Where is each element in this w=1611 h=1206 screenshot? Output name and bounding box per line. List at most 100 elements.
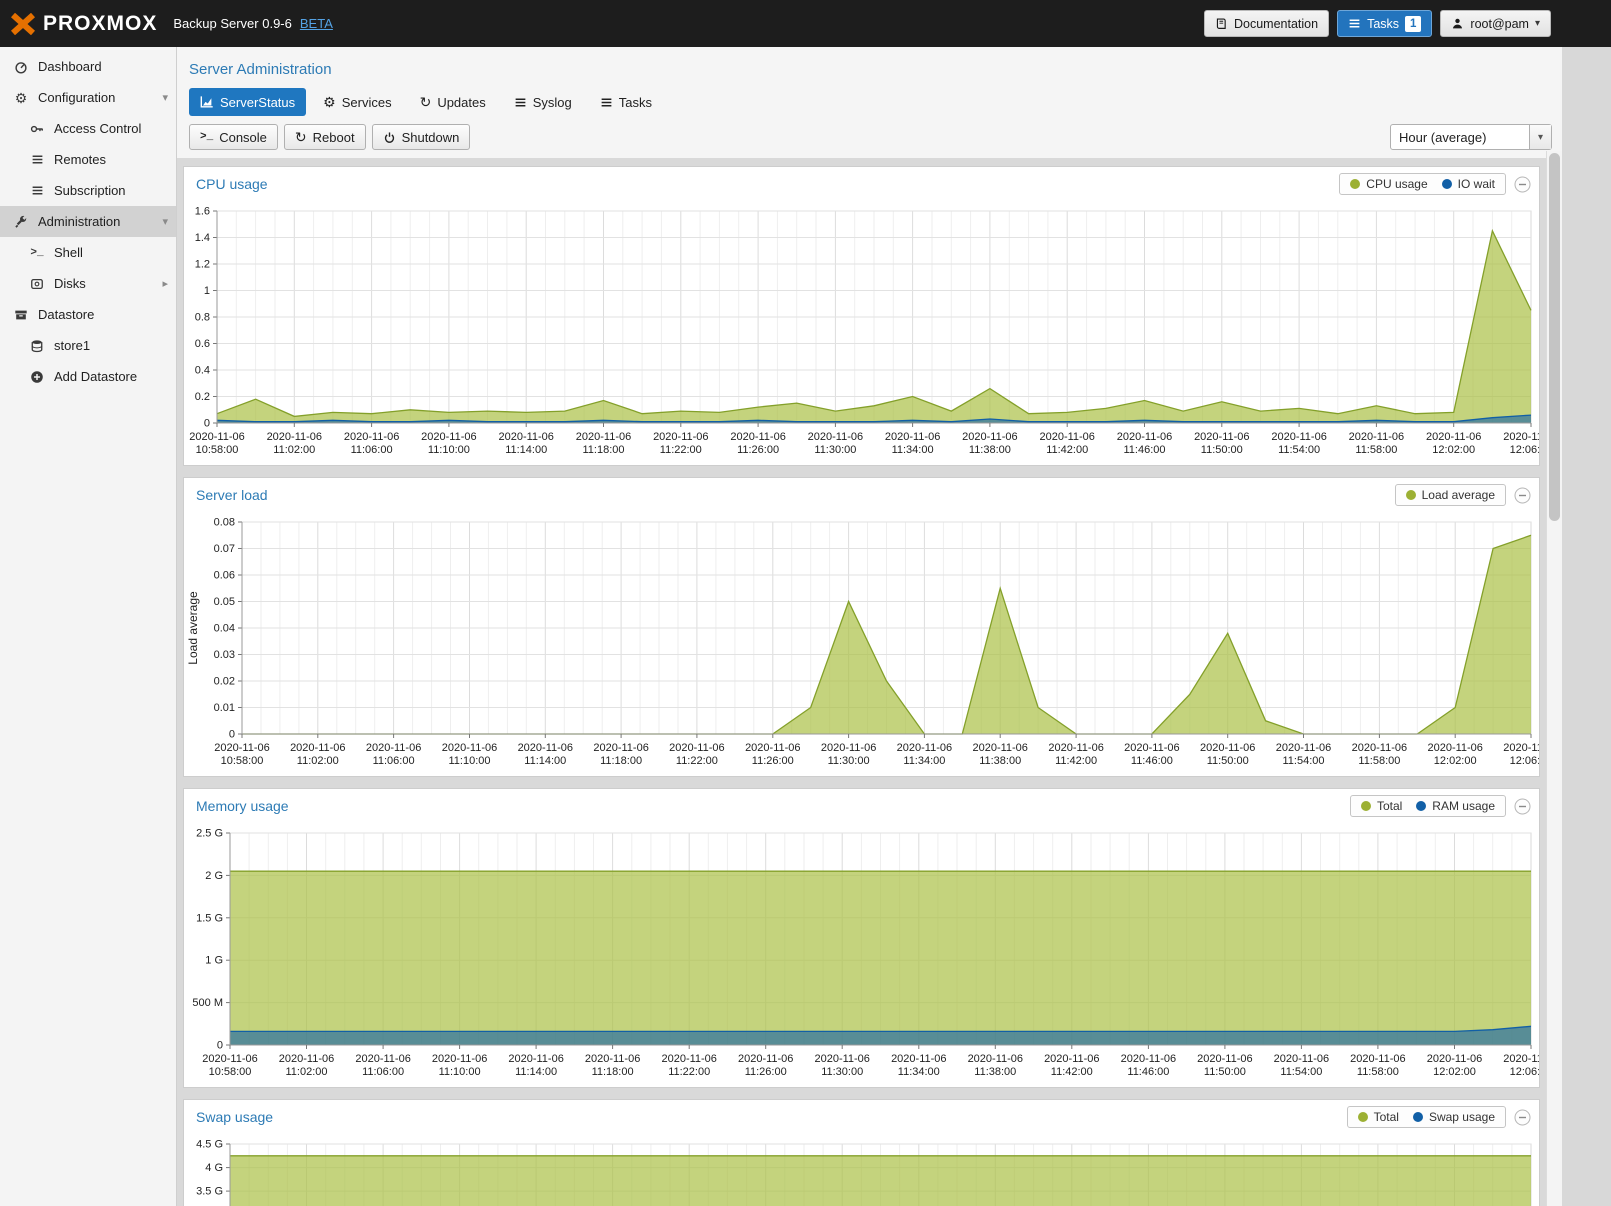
sidebar-item-label: Disks xyxy=(54,276,86,291)
vertical-scrollbar[interactable] xyxy=(1546,151,1562,1206)
svg-text:0.05: 0.05 xyxy=(214,596,235,608)
tab-label: Services xyxy=(342,95,392,110)
tab-updates[interactable]: ↻Updates xyxy=(409,88,497,116)
svg-text:2020-11-06: 2020-11-06 xyxy=(1427,742,1482,754)
tab-label: Syslog xyxy=(533,95,572,110)
chart-body: 00.010.020.030.040.050.060.070.082020-11… xyxy=(184,512,1539,776)
legend-label: Total xyxy=(1377,799,1402,813)
svg-text:2020-11-06: 2020-11-06 xyxy=(972,742,1027,754)
svg-text:2020-11-06: 2020-11-06 xyxy=(1427,1053,1482,1065)
sidebar-item-label: Access Control xyxy=(54,121,141,136)
power-icon xyxy=(383,131,396,144)
disk-icon xyxy=(28,277,46,291)
collapse-panel-button[interactable] xyxy=(1514,176,1531,193)
tab-label: ServerStatus xyxy=(220,95,295,110)
svg-text:11:26:00: 11:26:00 xyxy=(745,1066,787,1078)
svg-text:1.6: 1.6 xyxy=(195,206,210,218)
tab-services[interactable]: ⚙ Services xyxy=(312,88,402,116)
caret-down-icon: ▾ xyxy=(162,215,168,228)
tab-syslog[interactable]: Syslog xyxy=(503,88,583,116)
svg-text:2020-11-06: 2020-11-06 xyxy=(576,431,631,443)
svg-text:10:58:00: 10:58:00 xyxy=(221,755,264,767)
svg-text:2020-11-06: 2020-11-06 xyxy=(1349,431,1404,443)
sidebar-item-dashboard[interactable]: Dashboard xyxy=(0,51,176,82)
svg-text:11:14:00: 11:14:00 xyxy=(524,755,566,767)
svg-text:11:06:00: 11:06:00 xyxy=(362,1066,404,1078)
button-label: Console xyxy=(219,130,267,145)
svg-text:2 G: 2 G xyxy=(205,870,223,882)
legend-label: Total xyxy=(1374,1110,1399,1124)
beta-link[interactable]: BETA xyxy=(300,16,333,31)
tab-serverstatus[interactable]: ServerStatus xyxy=(189,88,306,116)
svg-text:2020-11-06: 2020-11-06 xyxy=(1044,1053,1099,1065)
panel-title: Server load xyxy=(196,487,268,503)
svg-text:11:02:00: 11:02:00 xyxy=(273,444,315,456)
sidebar-item-add-datastore[interactable]: Add Datastore xyxy=(0,361,176,392)
chevron-down-icon: ▾ xyxy=(1529,125,1551,149)
page-title: Server Administration xyxy=(189,61,1552,78)
collapse-panel-button[interactable] xyxy=(1514,798,1531,815)
sidebar-item-datastore[interactable]: Datastore xyxy=(0,299,176,330)
svg-text:11:46:00: 11:46:00 xyxy=(1127,1066,1169,1078)
scrollbar-thumb[interactable] xyxy=(1549,153,1560,521)
svg-text:12:06:00: 12:06:00 xyxy=(1510,755,1539,767)
svg-text:11:58:00: 11:58:00 xyxy=(1357,1066,1399,1078)
console-button[interactable]: >_Console xyxy=(189,124,278,150)
legend-label: IO wait xyxy=(1458,177,1495,191)
svg-text:11:22:00: 11:22:00 xyxy=(676,755,718,767)
legend-dot-icon xyxy=(1361,801,1371,811)
svg-text:11:02:00: 11:02:00 xyxy=(285,1066,327,1078)
chart-panel-swap-usage: Swap usageTotalSwap usage0500 M1 G1.5 G2… xyxy=(183,1099,1540,1206)
sidebar-item-disks[interactable]: Disks▸ xyxy=(0,268,176,299)
svg-text:11:34:00: 11:34:00 xyxy=(903,755,945,767)
legend-dot-icon xyxy=(1442,179,1452,189)
reboot-button[interactable]: ↻Reboot xyxy=(284,124,366,150)
shutdown-button[interactable]: Shutdown xyxy=(372,124,471,150)
svg-text:2020-11-06: 2020-11-06 xyxy=(1352,742,1407,754)
plus-circle-icon xyxy=(28,370,46,384)
svg-text:10:58:00: 10:58:00 xyxy=(196,444,239,456)
svg-text:1.2: 1.2 xyxy=(195,259,210,271)
chart-body: 00.20.40.60.811.21.41.62020-11-0610:58:0… xyxy=(184,201,1539,465)
legend-label: RAM usage xyxy=(1432,799,1495,813)
tab-label: Updates xyxy=(437,95,485,110)
sidebar-item-store1[interactable]: store1 xyxy=(0,330,176,361)
svg-text:12:02:00: 12:02:00 xyxy=(1432,444,1475,456)
range-selector[interactable]: Hour (average) ▾ xyxy=(1390,124,1552,150)
legend-dot-icon xyxy=(1416,801,1426,811)
sidebar-item-configuration[interactable]: ⚙Configuration▾ xyxy=(0,82,176,113)
svg-text:11:38:00: 11:38:00 xyxy=(969,444,1011,456)
svg-text:2020-11-06: 2020-11-06 xyxy=(1039,431,1094,443)
gears-icon: ⚙ xyxy=(323,95,336,109)
panel-header: Swap usageTotalSwap usage xyxy=(184,1100,1539,1134)
sidebar-item-administration[interactable]: Administration▾ xyxy=(0,206,176,237)
collapse-panel-button[interactable] xyxy=(1514,1109,1531,1126)
svg-text:11:06:00: 11:06:00 xyxy=(373,755,415,767)
sidebar-item-label: Subscription xyxy=(54,183,126,198)
svg-text:0.02: 0.02 xyxy=(214,676,235,688)
documentation-button[interactable]: Documentation xyxy=(1204,10,1329,37)
sidebar-item-label: Add Datastore xyxy=(54,369,137,384)
tasks-label: Tasks xyxy=(1367,17,1399,31)
sidebar-item-access-control[interactable]: Access Control xyxy=(0,113,176,144)
chart-legend: Total RAM usage xyxy=(1350,795,1506,817)
gauge-icon xyxy=(12,60,30,74)
svg-text:2020-11-06: 2020-11-06 xyxy=(1503,431,1539,443)
tab-tasks[interactable]: Tasks xyxy=(589,88,663,116)
collapse-panel-button[interactable] xyxy=(1514,487,1531,504)
svg-text:2020-11-06: 2020-11-06 xyxy=(653,431,708,443)
svg-text:11:50:00: 11:50:00 xyxy=(1201,444,1243,456)
svg-text:11:38:00: 11:38:00 xyxy=(979,755,1021,767)
panel-header: Memory usageTotalRAM usage xyxy=(184,789,1539,823)
svg-text:2020-11-06: 2020-11-06 xyxy=(821,742,876,754)
sidebar-item-subscription[interactable]: Subscription xyxy=(0,175,176,206)
chart-canvas: 00.010.020.030.040.050.060.070.082020-11… xyxy=(184,512,1539,776)
svg-text:11:14:00: 11:14:00 xyxy=(505,444,547,456)
tasks-button[interactable]: Tasks 1 xyxy=(1337,10,1432,37)
svg-text:11:46:00: 11:46:00 xyxy=(1131,755,1173,767)
sidebar-item-shell[interactable]: >_Shell xyxy=(0,237,176,268)
svg-text:11:10:00: 11:10:00 xyxy=(448,755,490,767)
svg-text:11:10:00: 11:10:00 xyxy=(428,444,470,456)
user-menu-button[interactable]: root@pam ▾ xyxy=(1440,10,1551,37)
sidebar-item-remotes[interactable]: Remotes xyxy=(0,144,176,175)
